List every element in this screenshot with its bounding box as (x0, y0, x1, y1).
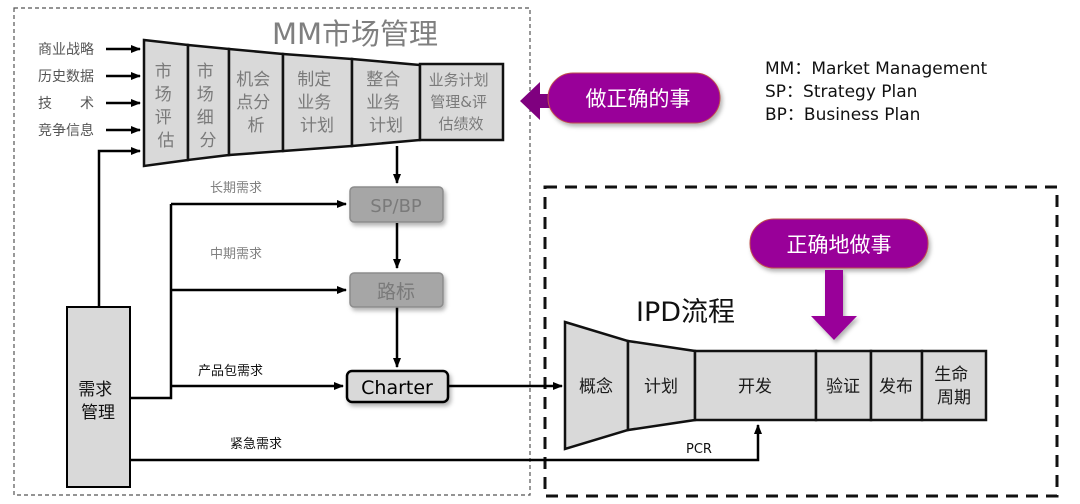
input-business-strategy: 商业战略 (38, 42, 94, 58)
demand-branch-trunk (130, 204, 173, 400)
ipd-stage-concept-label: 概念 (579, 376, 613, 397)
urgent-label: 紧急需求 (230, 437, 282, 452)
ipd-stage-release-label: 发布 (879, 377, 913, 397)
input-historical-data: 历史数据 (38, 69, 94, 85)
legend-sp: SP：Strategy Plan (765, 82, 918, 102)
legend-bp: BP：Business Plan (765, 105, 921, 125)
svg-text:正确地做事: 正确地做事 (787, 233, 892, 257)
ipd-funnel (563, 320, 988, 451)
ipd-stage-develop-label: 开发 (738, 377, 772, 397)
do-right-things-callout: 做正确的事 (520, 72, 721, 124)
legend-mm: MM：Market Management (765, 59, 988, 79)
mm-stage-4-label: 制定 业务 计划 (297, 70, 336, 136)
input-technology: 技 术 (38, 96, 94, 112)
charter-label: Charter (361, 377, 433, 399)
long-term-label: 长期需求 (210, 181, 262, 196)
input-competitive-info: 竞争信息 (38, 122, 94, 139)
mm-stage-5-label: 整合 业务 计划 (366, 70, 405, 136)
svg-text:做正确的事: 做正确的事 (586, 87, 691, 111)
spbp-label: SP/BP (370, 196, 422, 217)
do-things-right-callout: 正确地做事 (749, 218, 929, 340)
ipd-stage-lifecycle[interactable] (920, 349, 988, 422)
ipd-title: IPD流程 (636, 297, 735, 328)
ipd-stage-verify-label: 验证 (826, 377, 860, 397)
mid-term-label: 中期需求 (210, 247, 262, 262)
urgent-pcr-arrow (130, 424, 762, 462)
ipd-stage-plan-label: 计划 (644, 377, 678, 397)
down-arrow-icon (811, 270, 857, 340)
abbreviation-legend: MM：Market Management SP：Strategy Plan BP… (765, 58, 987, 127)
pcr-label: PCR (686, 442, 712, 457)
demand-to-mm-arrow (97, 147, 141, 306)
mm-title: MM市场管理 (272, 17, 438, 51)
roadmap-label: 路标 (377, 281, 415, 303)
product-package-label: 产品包需求 (198, 364, 263, 379)
